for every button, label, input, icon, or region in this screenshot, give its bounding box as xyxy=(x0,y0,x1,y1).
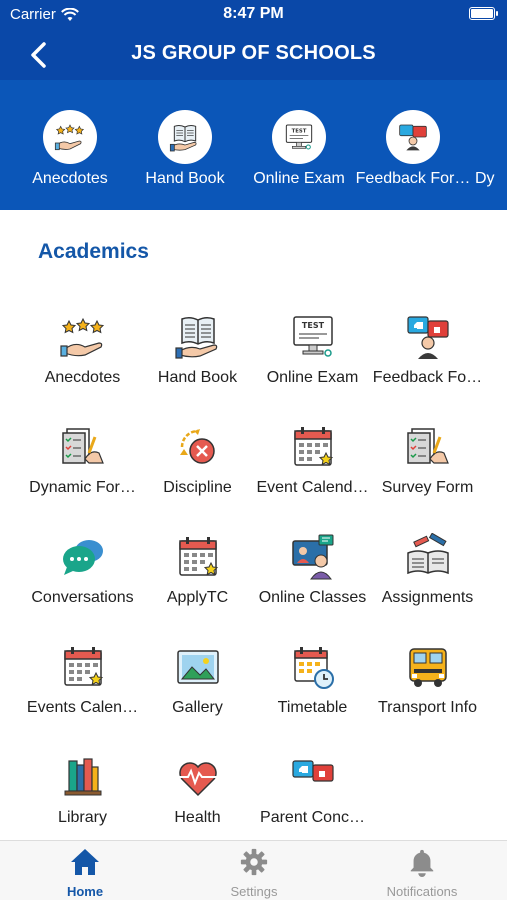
tab-label: Home xyxy=(66,884,104,899)
grid-item-label: Dynamic For… xyxy=(29,479,136,496)
grid-item-label: Event Calend… xyxy=(256,479,369,496)
svg-text:TEST: TEST xyxy=(301,321,324,330)
grid-item-label: Assignments xyxy=(381,589,474,606)
grid-item-online-classes[interactable]: Online Classes xyxy=(255,525,370,635)
library-icon xyxy=(64,758,101,796)
discipline-icon xyxy=(179,429,215,464)
quick-item-icon-circle: TEST xyxy=(272,110,326,164)
grid-item-label: Discipline xyxy=(163,479,232,496)
quick-item-label: Dy xyxy=(475,170,495,187)
online-exam-icon: TEST xyxy=(285,124,313,150)
grid-item-discipline[interactable]: Discipline xyxy=(140,415,255,525)
section-title-academics: Academics xyxy=(38,240,149,263)
status-bar: Carrier 8:47 PM xyxy=(0,0,507,30)
gear-icon xyxy=(240,848,268,876)
tab-settings[interactable]: Settings xyxy=(184,847,324,899)
grid-item-gallery[interactable]: Gallery xyxy=(140,635,255,745)
battery-icon xyxy=(469,7,498,20)
quick-item-label: Hand Book xyxy=(145,170,225,187)
grid-item-label: Survey Form xyxy=(381,479,474,496)
feedback-icon xyxy=(406,316,449,359)
grid-item-health[interactable]: Health xyxy=(140,745,255,855)
grid-item-label: Library xyxy=(58,809,107,826)
grid-item-label: Hand Book xyxy=(157,369,238,386)
quick-item-label: Anecdotes xyxy=(32,170,108,187)
quick-item-label: Online Exam xyxy=(253,170,345,187)
quick-item-icon-circle xyxy=(43,110,97,164)
assignments-icon xyxy=(406,533,449,575)
tab-notifications[interactable]: Notifications xyxy=(352,847,492,899)
apply-tc-icon xyxy=(178,537,218,576)
grid-item-anecdotes[interactable]: Anecdotes xyxy=(25,305,140,415)
event-calendar-icon xyxy=(293,427,333,466)
navigation-bar: JS GROUP OF SCHOOLS xyxy=(0,30,507,80)
events-calendar-icon xyxy=(63,647,103,686)
grid-item-timetable[interactable]: Timetable xyxy=(255,635,370,745)
bottom-tab-bar: Home Settings Notifications xyxy=(0,840,507,900)
grid-item-online-exam[interactable]: TEST Online Exam xyxy=(255,305,370,415)
grid-item-survey-form[interactable]: Survey Form xyxy=(370,415,485,525)
quick-access-strip[interactable]: Anecdotes Hand Book TEST Online Exam Fee… xyxy=(0,80,507,210)
parent-concern-icon xyxy=(291,760,334,782)
grid-item-feedback[interactable]: Feedback Fo… xyxy=(370,305,485,415)
grid-item-label: Anecdotes xyxy=(44,369,121,386)
grid-item-label: Online Classes xyxy=(258,589,367,606)
dynamic-form-icon xyxy=(61,428,104,464)
quick-item-icon-circle xyxy=(158,110,212,164)
quick-item-dynamic-form[interactable]: Dy xyxy=(475,110,507,188)
grid-item-conversations[interactable]: Conversations xyxy=(25,525,140,635)
grid-item-label: Gallery xyxy=(172,699,223,716)
grid-item-handbook[interactable]: Hand Book xyxy=(140,305,255,415)
quick-item-label: Feedback For… xyxy=(355,170,471,187)
quick-item-online-exam[interactable]: TEST Online Exam xyxy=(239,110,359,188)
clock: 8:47 PM xyxy=(223,5,284,22)
grid-item-event-calendar[interactable]: Event Calend… xyxy=(255,415,370,525)
online-exam-icon: TEST xyxy=(292,316,333,357)
transport-icon xyxy=(408,648,447,687)
grid-item-label: Events Calen… xyxy=(26,699,139,716)
svg-text:TEST: TEST xyxy=(292,128,307,134)
tab-label: Notifications xyxy=(386,884,458,899)
anecdotes-icon xyxy=(59,317,104,357)
page-title: JS GROUP OF SCHOOLS xyxy=(131,42,376,64)
quick-item-icon-circle xyxy=(386,110,440,164)
tab-label: Settings xyxy=(230,884,278,899)
grid-item-library[interactable]: Library xyxy=(25,745,140,855)
feedback-icon xyxy=(399,124,427,151)
grid-item-label: Transport Info xyxy=(377,699,477,716)
grid-item-label: Online Exam xyxy=(266,369,359,386)
grid-item-parent-concern[interactable]: Parent Conc… xyxy=(255,745,370,855)
bell-icon xyxy=(410,849,434,877)
health-icon xyxy=(177,762,218,797)
grid-item-transport-info[interactable]: Transport Info xyxy=(370,635,485,745)
handbook-icon xyxy=(169,124,197,152)
grid-item-dynamic-form[interactable]: Dynamic For… xyxy=(25,415,140,525)
tab-home[interactable]: Home xyxy=(15,847,155,899)
grid-item-apply-tc[interactable]: ApplyTC xyxy=(140,525,255,635)
quick-item-feedback[interactable]: Feedback For… xyxy=(353,110,473,188)
handbook-icon xyxy=(174,316,217,359)
grid-item-events-calendar[interactable]: Events Calen… xyxy=(25,635,140,745)
quick-item-anecdotes[interactable]: Anecdotes xyxy=(10,110,130,188)
grid-item-label: Health xyxy=(174,809,221,826)
grid-item-label: Conversations xyxy=(31,589,134,606)
grid-item-assignments[interactable]: Assignments xyxy=(370,525,485,635)
conversations-icon xyxy=(62,540,103,575)
grid-item-label: Feedback Fo… xyxy=(372,369,483,386)
gallery-icon xyxy=(176,650,219,684)
timetable-icon xyxy=(293,647,334,689)
anecdotes-icon xyxy=(54,124,85,151)
home-icon xyxy=(71,849,99,875)
grid-item-label: ApplyTC xyxy=(166,589,229,606)
quick-item-handbook[interactable]: Hand Book xyxy=(125,110,245,188)
online-classes-icon xyxy=(291,534,333,580)
grid-item-label: Timetable xyxy=(277,699,348,716)
grid-item-label: Parent Conc… xyxy=(260,809,365,826)
survey-form-icon xyxy=(406,428,449,464)
